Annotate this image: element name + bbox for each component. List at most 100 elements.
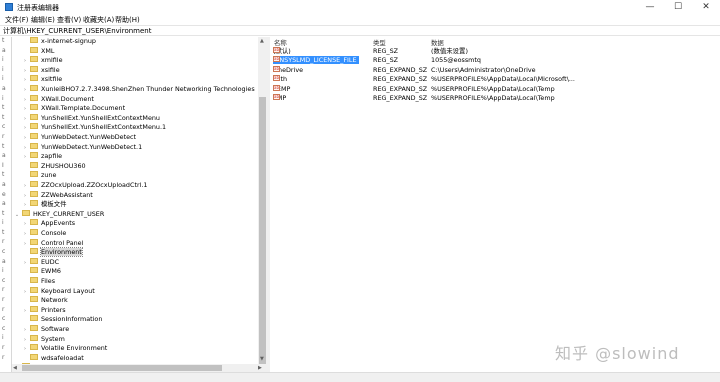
folder-icon bbox=[30, 286, 38, 293]
background-strip-char: r bbox=[2, 286, 5, 294]
menu-file[interactable]: 文件(F) bbox=[5, 15, 29, 25]
value-type: REG_EXPAND_SZ bbox=[373, 75, 428, 84]
tree-node[interactable]: Environment bbox=[22, 247, 83, 258]
tree-node[interactable]: › YunWebDetect.YunWebDetect.1 bbox=[22, 142, 142, 153]
tree-node[interactable]: zune bbox=[22, 171, 56, 181]
folder-icon bbox=[30, 75, 38, 82]
column-header-data[interactable]: 数据 bbox=[431, 38, 444, 47]
folder-icon bbox=[30, 171, 38, 178]
background-strip-char: i bbox=[2, 267, 4, 275]
tree-node-label: YunShellExt.YunShellExtContextMenu bbox=[41, 113, 160, 122]
scroll-left-arrow-icon[interactable]: ◀ bbox=[13, 365, 17, 371]
tree-node[interactable]: XML bbox=[22, 46, 54, 57]
tree-node-label: Console bbox=[41, 229, 67, 237]
tree-node[interactable]: x-internet-signup bbox=[22, 37, 96, 47]
background-strip-char: r bbox=[2, 238, 5, 246]
tree-node[interactable]: › ZZOcxUpload.ZZOcxUploadCtrl.1 bbox=[22, 181, 147, 191]
tree-node[interactable]: ZHUSHOU360 bbox=[22, 161, 86, 172]
tree-node[interactable]: › YunShellExt.YunShellExtContextMenu.1 bbox=[22, 123, 166, 133]
tree-node[interactable]: › xslfile bbox=[22, 65, 60, 76]
value-row[interactable]: ab Path REG_EXPAND_SZ %USERPROFILE%\AppData… bbox=[270, 75, 720, 84]
tree-node[interactable]: Files bbox=[22, 277, 55, 287]
value-name-cell: ab (默认) bbox=[273, 47, 291, 56]
folder-icon bbox=[30, 37, 38, 43]
tree-node-label: Environment bbox=[40, 247, 83, 258]
column-header-type[interactable]: 类型 bbox=[373, 38, 386, 47]
tree-node[interactable]: › Console bbox=[22, 229, 66, 239]
folder-icon bbox=[30, 104, 38, 111]
value-row[interactable]: abTMP REG_EXPAND_SZ%USERPROFILE%\AppData\… bbox=[270, 94, 720, 103]
tree-horizontal-scrollbar[interactable]: ◀ ▶ bbox=[12, 364, 267, 372]
tree-node[interactable]: › ZZWebAssistant bbox=[22, 190, 93, 201]
tree-node[interactable]: › System bbox=[22, 334, 65, 345]
registry-tree[interactable]: x-internet-signup XML › xmlfile › xslfile › xsl… bbox=[12, 37, 257, 372]
tree-node[interactable]: › XWall.Document bbox=[22, 94, 94, 105]
scroll-down-arrow-icon[interactable]: ▼ bbox=[260, 356, 264, 362]
value-row[interactable]: ab ANSYSLMD_LICENSE_FILE REG_SZ 1055@eossmt… bbox=[270, 56, 720, 65]
tree-node-label: EUDC bbox=[41, 257, 60, 266]
tree-node[interactable]: › Keyboard Layout bbox=[22, 286, 95, 297]
tree-node-label: SessionInformation bbox=[41, 315, 103, 324]
values-list[interactable]: 名称 类型 数据 ab (默认) REG_SZ (数值未设置) ab ANSYSLMD_L… bbox=[270, 37, 720, 372]
value-row[interactable]: ab OneDrive REG_EXPAND_SZ C:\Users\Administ… bbox=[270, 65, 720, 75]
tree-node-label: Printers bbox=[41, 305, 66, 314]
value-row[interactable]: ab TEMP REG_EXPAND_SZ %USERPROFILE%\AppData… bbox=[270, 84, 720, 94]
scroll-right-arrow-icon[interactable]: ▶ bbox=[258, 365, 262, 371]
tree-vertical-scroll-thumb[interactable] bbox=[259, 97, 266, 367]
menu-help[interactable]: 帮助(H) bbox=[115, 15, 140, 25]
close-button[interactable]: ✕ bbox=[692, 0, 720, 14]
tree-node[interactable]: › 模板文件 bbox=[22, 200, 67, 210]
tree-node[interactable]: SessionInformation bbox=[22, 315, 102, 325]
folder-icon bbox=[30, 190, 38, 197]
maximize-button[interactable]: ☐ bbox=[664, 0, 692, 14]
tree-node-label: Keyboard Layout bbox=[41, 286, 95, 295]
tree-node[interactable]: › Control Panel bbox=[22, 238, 83, 249]
tree-node[interactable]: › xmlfile bbox=[22, 56, 63, 66]
tree-node[interactable]: › EUDC bbox=[22, 257, 60, 268]
tree-node[interactable]: wdsafeloadat bbox=[22, 353, 84, 364]
folder-icon bbox=[30, 65, 38, 72]
tree-node[interactable]: › Printers bbox=[22, 305, 66, 316]
tree-horizontal-scroll-thumb[interactable] bbox=[22, 365, 222, 371]
tree-node[interactable]: Network bbox=[22, 296, 68, 306]
tree-node-label: zapfile bbox=[41, 152, 63, 161]
value-name-cell: ab Path bbox=[273, 75, 287, 84]
scroll-up-arrow-icon[interactable]: ▲ bbox=[260, 38, 264, 44]
tree-vertical-scrollbar[interactable]: ▲ ▼ bbox=[258, 37, 267, 367]
tree-node[interactable]: › XWall.Template.Document bbox=[22, 104, 125, 114]
tree-node[interactable]: › YunShellExt.YunShellExtContextMenu bbox=[22, 113, 160, 124]
tree-node[interactable]: › xsltfile bbox=[22, 75, 62, 85]
tree-node-label: EWM6 bbox=[41, 267, 61, 276]
folder-icon bbox=[22, 209, 30, 216]
address-bar[interactable]: 计算机\HKEY_CURRENT_USER\Environment bbox=[0, 25, 720, 36]
column-header-name[interactable]: 名称 bbox=[274, 38, 287, 47]
menu-edit[interactable]: 编辑(E) bbox=[31, 15, 55, 25]
value-row[interactable]: ab (默认) REG_SZ (数值未设置) bbox=[270, 47, 720, 56]
minimize-button[interactable]: — bbox=[636, 0, 664, 14]
tree-node[interactable]: › AppEvents bbox=[22, 219, 75, 229]
collapse-chevron-icon[interactable]: ⌄ bbox=[14, 211, 20, 221]
tree-node[interactable]: EWM6 bbox=[22, 267, 61, 277]
tree-node-label: ZZWebAssistant bbox=[41, 190, 93, 199]
background-strip-char: t bbox=[2, 104, 5, 112]
background-strip-char: I bbox=[2, 161, 4, 169]
background-strip-char: c bbox=[2, 324, 6, 332]
regedit-app-icon bbox=[5, 3, 13, 11]
tree-node[interactable]: › Volatile Environment bbox=[22, 344, 107, 354]
menu-favorites[interactable]: 收藏夹(A) bbox=[83, 15, 114, 25]
tree-node[interactable]: › XunleiBHO7.2.7.3498.ShenZhen Thunder Ne… bbox=[22, 85, 257, 95]
tree-node-label: xmlfile bbox=[41, 56, 63, 65]
tree-node[interactable]: › zapfile bbox=[22, 152, 62, 162]
value-type: REG_EXPAND_SZ bbox=[373, 84, 428, 93]
background-strip-char: t bbox=[2, 228, 5, 236]
tree-node[interactable]: › Software bbox=[22, 325, 69, 335]
folder-icon bbox=[30, 305, 38, 312]
tree-node[interactable]: ⌄ HKEY_CURRENT_USER bbox=[14, 209, 104, 221]
menu-view[interactable]: 查看(V) bbox=[57, 15, 81, 25]
tree-node[interactable]: › YunWebDetect.YunWebDetect bbox=[22, 133, 136, 143]
folder-icon bbox=[30, 133, 38, 139]
background-strip-char: i bbox=[2, 94, 4, 102]
folder-icon bbox=[30, 152, 38, 159]
tree-node-label: ZZOcxUpload.ZZOcxUploadCtrl.1 bbox=[41, 181, 148, 189]
title-bar: 注册表编辑器 — ☐ ✕ bbox=[0, 0, 720, 15]
